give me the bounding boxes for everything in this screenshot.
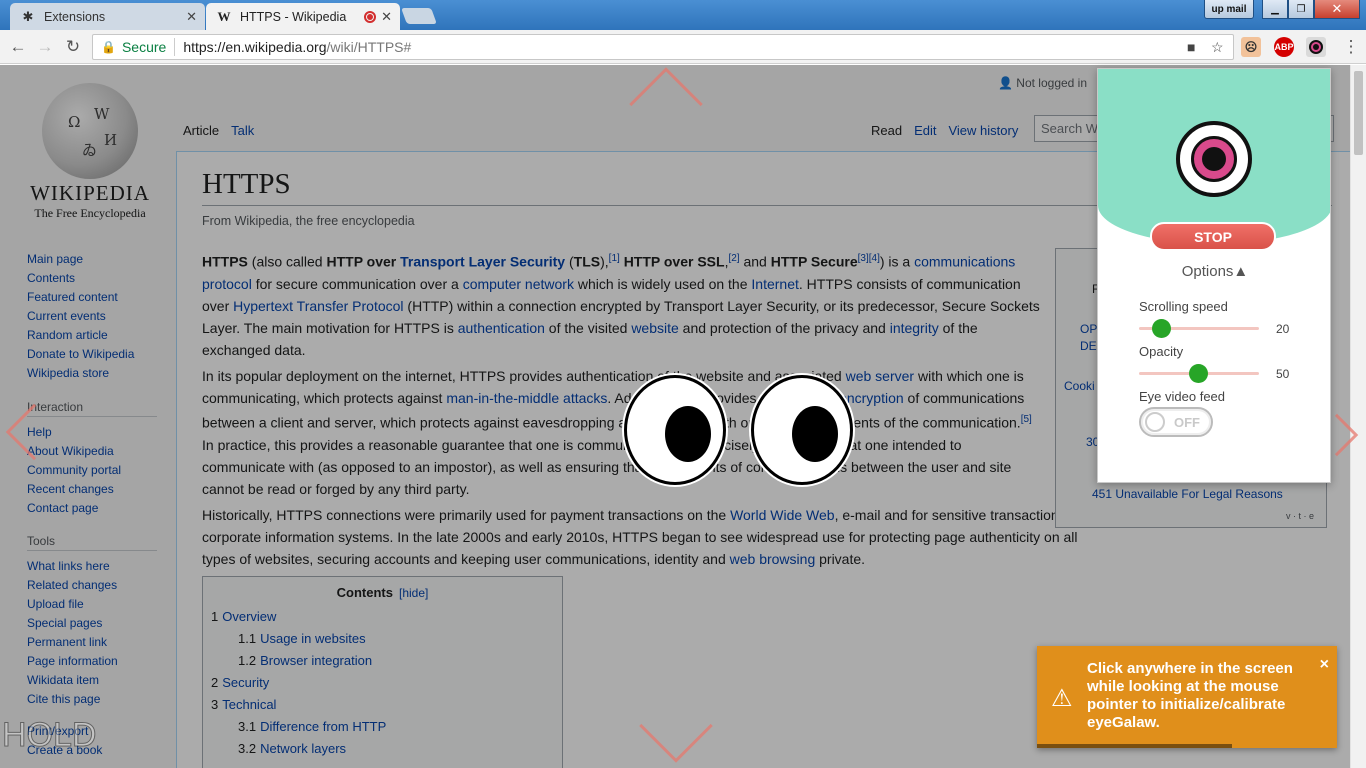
forward-icon[interactable]: → (34, 36, 56, 58)
eye-video-feed-toggle[interactable]: OFF (1139, 407, 1213, 437)
back-icon[interactable]: ← (7, 36, 29, 58)
wikipedia-w-icon: W (217, 8, 231, 24)
url-path: /wiki/HTTPS# (326, 39, 412, 55)
left-eye-icon (624, 375, 726, 485)
pupil (665, 406, 711, 462)
toast-progress-bar (1037, 744, 1232, 748)
extension-popup: STOP Options▲ Scrolling speed 20 Opacity… (1097, 68, 1331, 483)
new-tab-button[interactable] (401, 8, 437, 24)
close-window-icon[interactable]: ✕ (1314, 0, 1360, 19)
tab-label: Extensions (44, 9, 106, 24)
options-toggle[interactable]: Options▲ (1098, 263, 1330, 280)
tab-strip: ✱ Extensions ✕ W HTTPS - Wikipedia ✕ up … (0, 0, 1366, 30)
calibration-toast: ⚠ Click anywhere in the screen while loo… (1037, 646, 1337, 748)
url-host: https://en.wikipedia.org (183, 39, 327, 55)
menu-dots-icon[interactable]: ⋮ (1340, 36, 1362, 58)
warning-icon: ⚠ (1051, 685, 1073, 712)
close-icon[interactable]: ✕ (381, 9, 392, 25)
right-eye-icon (751, 375, 853, 485)
close-icon[interactable]: × (1320, 656, 1329, 674)
slider-knob[interactable] (1189, 364, 1208, 383)
puzzle-icon: ✱ (22, 8, 34, 24)
maximize-icon[interactable]: ❐ (1288, 0, 1314, 19)
secure-label: Secure (121, 39, 167, 55)
adblock-plus-icon[interactable]: ABP (1274, 37, 1294, 57)
opacity-value: 50 (1276, 367, 1290, 381)
tab-label: HTTPS - Wikipedia (240, 9, 347, 24)
scrolling-speed-label: Scrolling speed (1139, 299, 1228, 314)
recording-icon (364, 10, 376, 23)
bookmark-star-icon[interactable]: ☆ (1211, 39, 1224, 56)
eye-extension-icon[interactable] (1306, 37, 1326, 57)
face-extension-icon[interactable]: ☹ (1241, 37, 1261, 57)
eye-logo-icon (1176, 121, 1252, 197)
opacity-slider[interactable] (1139, 364, 1259, 383)
lock-icon: 🔒 (101, 40, 116, 54)
hold-zone-label[interactable]: HOLD (1, 716, 96, 755)
scroll-thumb[interactable] (1354, 71, 1363, 155)
toggle-state: OFF (1174, 415, 1200, 430)
scrolling-speed-slider[interactable] (1139, 319, 1259, 338)
close-icon[interactable]: ✕ (186, 9, 197, 25)
toggle-knob (1145, 412, 1165, 432)
toast-message: Click anywhere in the screen while looki… (1087, 660, 1293, 731)
browser-toolbar: ← → ↻ 🔒 Secure https://en.wikipedia.org /… (0, 30, 1366, 64)
up-mail-badge[interactable]: up mail (1204, 0, 1254, 19)
pupil (792, 406, 838, 462)
camera-icon[interactable]: ■ (1187, 39, 1195, 55)
slider-knob[interactable] (1152, 319, 1171, 338)
scrolling-speed-value: 20 (1276, 322, 1290, 336)
eye-video-feed-label: Eye video feed (1139, 389, 1226, 404)
tab-https-wikipedia[interactable]: W HTTPS - Wikipedia ✕ (206, 3, 400, 30)
reload-icon[interactable]: ↻ (62, 36, 84, 58)
scrollbar[interactable] (1350, 65, 1366, 768)
minimize-icon[interactable]: ▁ (1262, 0, 1288, 19)
opacity-label: Opacity (1139, 344, 1184, 359)
tab-extensions[interactable]: ✱ Extensions ✕ (10, 3, 205, 30)
divider (174, 38, 176, 56)
popup-header (1098, 69, 1330, 244)
stop-button[interactable]: STOP (1150, 222, 1276, 251)
address-bar[interactable]: 🔒 Secure https://en.wikipedia.org/wiki/H… (92, 34, 1234, 60)
